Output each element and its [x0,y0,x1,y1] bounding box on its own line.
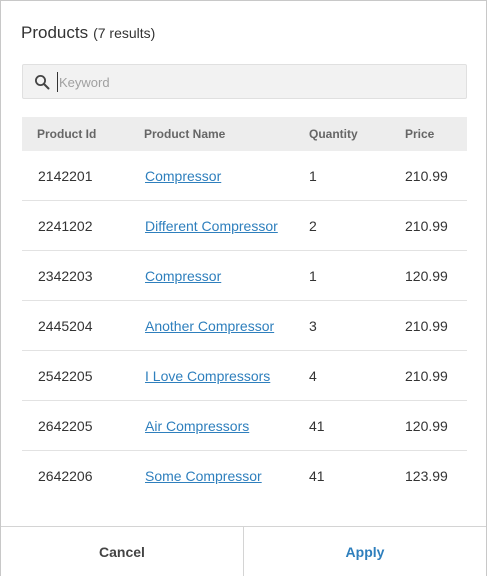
product-name-cell: Different Compressor [129,218,293,234]
product-id-cell: 2142201 [38,167,93,184]
product-name-link[interactable]: Compressor [145,168,221,184]
price-cell: 210.99 [405,217,448,234]
table-row: 2642206 Some Compressor 41 123.99 [22,451,467,500]
table-row: 2642205 Air Compressors 41 120.99 [22,401,467,451]
table-row: 2445204 Another Compressor 3 210.99 [22,301,467,351]
quantity-cell: 41 [309,467,325,484]
products-dialog: Products (7 results) Product Id Product … [0,0,487,576]
price-cell: 120.99 [405,267,448,284]
table-row: 2542205 I Love Compressors 4 210.99 [22,351,467,401]
product-name-cell: Compressor [129,168,293,184]
quantity-cell: 41 [309,417,325,434]
product-name-link[interactable]: Different Compressor [145,218,278,234]
product-id-cell: 2342203 [38,267,93,284]
product-name-link[interactable]: Another Compressor [145,318,274,334]
apply-button[interactable]: Apply [244,527,486,576]
column-header-product-id[interactable]: Product Id [22,127,129,141]
price-cell: 120.99 [405,417,448,434]
quantity-cell: 3 [309,317,317,334]
product-id-cell: 2445204 [38,317,93,334]
product-name-link[interactable]: Compressor [145,268,221,284]
search-icon [35,75,50,90]
product-id-cell: 2642205 [38,417,93,434]
column-header-price[interactable]: Price [389,127,467,141]
quantity-cell: 4 [309,367,317,384]
product-id-cell: 2241202 [38,217,93,234]
search-input[interactable] [57,72,459,92]
products-table: Product Id Product Name Quantity Price 2… [22,117,467,500]
price-cell: 210.99 [405,167,448,184]
product-name-cell: I Love Compressors [129,368,293,384]
price-cell: 123.99 [405,467,448,484]
dialog-header: Products (7 results) [21,23,155,43]
product-name-link[interactable]: Some Compressor [145,468,262,484]
dialog-title: Products [21,23,89,42]
column-header-quantity[interactable]: Quantity [293,127,389,141]
quantity-cell: 1 [309,167,317,184]
price-cell: 210.99 [405,367,448,384]
table-body: 2142201 Compressor 1 210.99 2241202 Different… [22,151,467,500]
dialog-footer: Cancel Apply [1,526,486,576]
table-row: 2241202 Different Compressor 2 210.99 [22,201,467,251]
product-name-link[interactable]: Air Compressors [145,418,249,434]
results-count: (7 results) [93,25,156,41]
product-name-cell: Another Compressor [129,318,293,334]
product-name-cell: Some Compressor [129,468,293,484]
quantity-cell: 1 [309,267,317,284]
table-row: 2342203 Compressor 1 120.99 [22,251,467,301]
price-cell: 210.99 [405,317,448,334]
table-header: Product Id Product Name Quantity Price [22,117,467,151]
product-name-cell: Air Compressors [129,418,293,434]
table-row: 2142201 Compressor 1 210.99 [22,151,467,201]
cancel-button[interactable]: Cancel [1,527,244,576]
column-header-product-name[interactable]: Product Name [129,127,293,141]
product-id-cell: 2642206 [38,467,93,484]
product-name-cell: Compressor [129,268,293,284]
quantity-cell: 2 [309,217,317,234]
product-name-link[interactable]: I Love Compressors [145,368,270,384]
product-id-cell: 2542205 [38,367,93,384]
search-bar [22,64,467,99]
